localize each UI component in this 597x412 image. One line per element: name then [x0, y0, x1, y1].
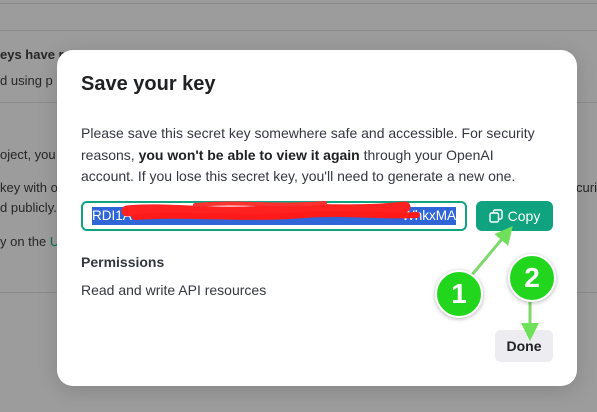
background-text-fragment: y on the	[0, 234, 50, 249]
secret-key-selection: RDI1A- WhkxMA	[92, 207, 456, 225]
permissions-label: Permissions	[81, 254, 165, 270]
dialog-description: Please save this secret key somewhere sa…	[81, 123, 541, 188]
background-text: oject, you c	[0, 147, 66, 162]
background-text: d publicly.	[0, 200, 57, 215]
dialog-title: Save your key	[81, 73, 216, 95]
secret-key-field[interactable]: RDI1A- WhkxMA	[81, 201, 467, 231]
divider	[0, 30, 597, 31]
description-bold-text: you won't be able to view it again	[138, 146, 360, 163]
step-badge-1: 1	[435, 270, 483, 318]
step-badge-2: 2	[508, 254, 556, 302]
save-key-dialog: Save your key Please save this secret ke…	[57, 50, 577, 386]
secret-key-start: RDI1A-	[92, 208, 137, 223]
copy-button[interactable]: Copy	[476, 201, 553, 231]
permissions-value: Read and write API resources	[81, 282, 267, 298]
secret-key-end: WhkxMA	[402, 208, 456, 223]
divider	[0, 3, 597, 4]
copy-button-label: Copy	[507, 208, 541, 224]
background-text: d using p	[0, 73, 53, 88]
background-text: y on the U	[0, 234, 59, 249]
background-text: key with o	[0, 180, 58, 195]
done-button[interactable]: Done	[495, 330, 553, 362]
copy-icon	[488, 209, 503, 223]
